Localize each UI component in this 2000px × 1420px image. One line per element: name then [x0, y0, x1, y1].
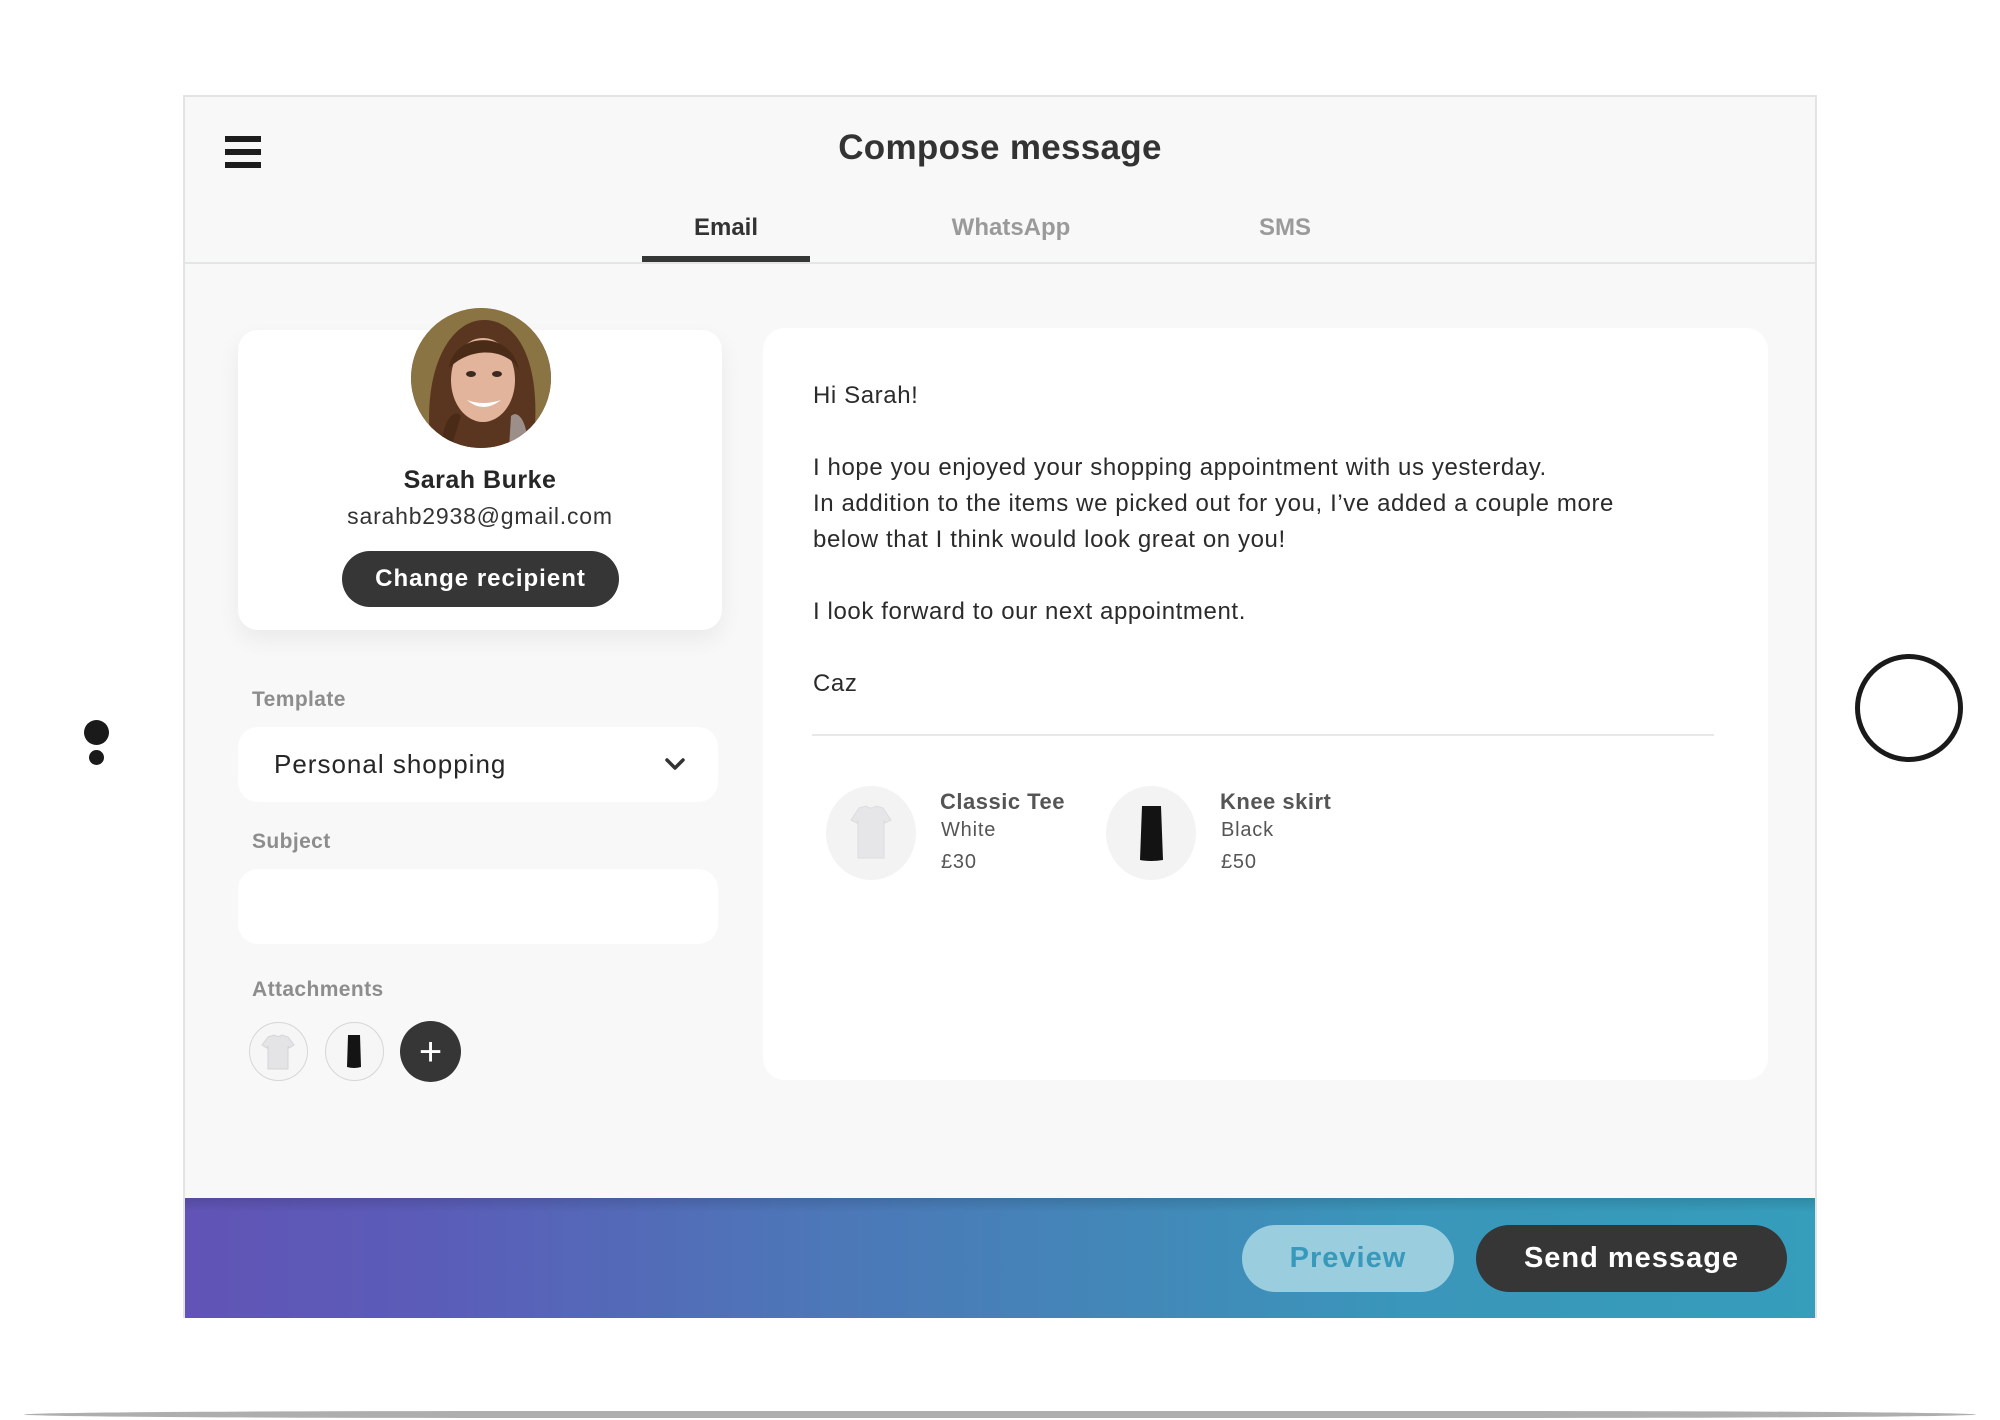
- device-base-shadow: [24, 1411, 1976, 1418]
- subject-label: Subject: [252, 830, 331, 853]
- message-divider: [812, 734, 1714, 736]
- change-recipient-button[interactable]: Change recipient: [342, 551, 619, 607]
- attachments-label: Attachments: [252, 978, 384, 1001]
- avatar: [411, 308, 551, 448]
- tab-email[interactable]: Email: [642, 214, 810, 242]
- tab-sms[interactable]: SMS: [1201, 214, 1369, 242]
- home-button-icon[interactable]: [1855, 654, 1963, 762]
- device-camera-icon: [84, 720, 109, 745]
- product-image-classic-tee[interactable]: [826, 786, 916, 880]
- chevron-down-icon: [665, 758, 685, 770]
- tshirt-icon: [261, 1034, 295, 1070]
- tab-whatsapp[interactable]: WhatsApp: [927, 214, 1095, 242]
- attachment-skirt[interactable]: [325, 1022, 384, 1081]
- send-message-button[interactable]: Send message: [1476, 1225, 1787, 1292]
- recipient-email: sarahb2938@gmail.com: [347, 503, 613, 529]
- page-title: Compose message: [838, 128, 1162, 167]
- product-name: Knee skirt: [1220, 789, 1332, 814]
- header-divider: [185, 262, 1815, 264]
- skirt-icon: [1140, 806, 1163, 861]
- attachment-tshirt[interactable]: [249, 1022, 308, 1081]
- template-select[interactable]: Personal shopping: [238, 727, 718, 802]
- device-sensor-icon: [89, 750, 104, 765]
- product-price: £30: [941, 851, 977, 873]
- product-name: Classic Tee: [940, 789, 1065, 814]
- recipient-name: Sarah Burke: [403, 466, 557, 494]
- product-price: £50: [1221, 851, 1257, 873]
- message-body[interactable]: Hi Sarah! I hope you enjoyed your shoppi…: [813, 378, 1713, 702]
- preview-button[interactable]: Preview: [1242, 1225, 1454, 1292]
- template-select-value: Personal shopping: [274, 749, 507, 779]
- product-color: White: [941, 819, 997, 841]
- tshirt-icon: [850, 805, 892, 859]
- template-label: Template: [252, 688, 346, 711]
- skirt-icon: [347, 1035, 361, 1068]
- subject-input[interactable]: [238, 869, 718, 944]
- product-image-knee-skirt[interactable]: [1106, 786, 1196, 880]
- product-color: Black: [1221, 819, 1274, 841]
- footer-shadow: [185, 1198, 1815, 1212]
- add-attachment-button[interactable]: +: [400, 1021, 461, 1082]
